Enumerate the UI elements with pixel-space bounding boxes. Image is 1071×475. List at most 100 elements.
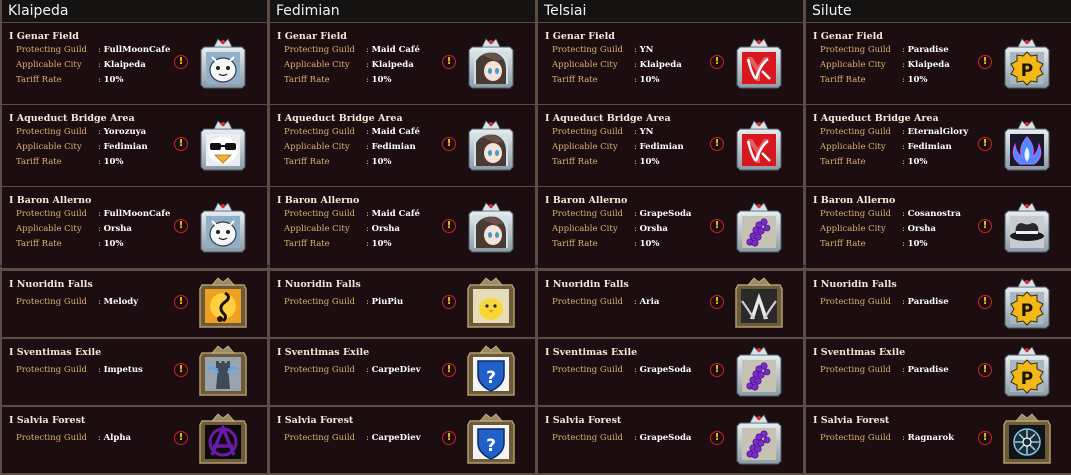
outpost-card[interactable]: I Nuoridin Falls Protecting Guild: Aria!: [538, 271, 803, 337]
warning-icon[interactable]: !: [442, 295, 456, 309]
warning-icon[interactable]: !: [710, 431, 724, 445]
territory-card[interactable]: I Baron Allerno Protecting Guild: FullMoo…: [2, 187, 267, 268]
protecting-guild-value: FullMoonCafe: [103, 45, 171, 55]
warning-icon[interactable]: !: [710, 219, 724, 233]
region-column-telsiai: Telsiai I Genar Field Protecting Guild: YN…: [538, 0, 803, 475]
protecting-guild-value: Cosanostra: [907, 209, 961, 219]
outpost-name: I Sventimas Exile: [813, 347, 906, 358]
protecting-guild-label: Protecting Guild: [552, 127, 624, 137]
territory-card[interactable]: I Baron Allerno Protecting Guild: Maid Ca…: [270, 187, 535, 268]
outpost-card[interactable]: I Salvia Forest Protecting Guild: Alpha!: [2, 407, 267, 473]
anarchy-emblem: [198, 411, 248, 467]
applicable-city-label: Applicable City: [820, 142, 886, 152]
svg-text:?: ?: [486, 368, 496, 388]
territory-card[interactable]: I Aqueduct Bridge Area Protecting Guild: …: [2, 105, 267, 186]
warning-icon[interactable]: !: [978, 137, 992, 151]
applicable-city: Applicable City: Fedimian: [552, 142, 684, 152]
warning-icon[interactable]: !: [442, 137, 456, 151]
warning-icon[interactable]: !: [174, 431, 188, 445]
protecting-guild-label: Protecting Guild: [284, 45, 356, 55]
protecting-guild-value: Maid Café: [371, 209, 420, 219]
territory-card[interactable]: I Genar Field Protecting Guild: YN Applica…: [538, 23, 803, 104]
outpost-name: I Salvia Forest: [813, 415, 890, 426]
protecting-guild: Protecting Guild: Paradise: [820, 297, 949, 307]
outpost-name: I Sventimas Exile: [9, 347, 102, 358]
warning-icon[interactable]: !: [978, 363, 992, 377]
protecting-guild-value: Aria: [639, 297, 660, 307]
protecting-guild: Protecting Guild: Alpha: [16, 433, 131, 443]
warning-icon[interactable]: !: [174, 363, 188, 377]
territory-name: I Aqueduct Bridge Area: [9, 113, 135, 124]
protecting-guild: Protecting Guild: FullMoonCafe: [16, 209, 170, 219]
warning-icon[interactable]: !: [442, 219, 456, 233]
applicable-city-label: Applicable City: [16, 142, 82, 152]
protecting-guild-label: Protecting Guild: [820, 45, 892, 55]
protecting-guild-value: Yorozuya: [103, 127, 147, 137]
territory-name: I Baron Allerno: [813, 195, 896, 206]
yn-logo-emblem: [734, 35, 784, 91]
music-note-emblem: [198, 275, 248, 331]
protecting-guild-value: Paradise: [907, 45, 949, 55]
warning-icon[interactable]: !: [710, 55, 724, 69]
territory-card[interactable]: I Aqueduct Bridge Area Protecting Guild: …: [270, 105, 535, 186]
outpost-card[interactable]: I Salvia Forest Protecting Guild: GrapeSo…: [538, 407, 803, 473]
territory-card[interactable]: I Baron Allerno Protecting Guild: Cosanos…: [806, 187, 1071, 268]
protecting-guild-value: CarpeDiev: [371, 365, 421, 375]
applicable-city: Applicable City: Klaipeda: [820, 60, 950, 70]
applicable-city-label: Applicable City: [284, 60, 350, 70]
protecting-guild: Protecting Guild: Ragnarok: [820, 433, 954, 443]
applicable-city: Applicable City: Fedimian: [284, 142, 416, 152]
protecting-guild-label: Protecting Guild: [16, 127, 88, 137]
outpost-card[interactable]: I Nuoridin Falls Protecting Guild: Paradi…: [806, 271, 1071, 337]
outpost-name: I Nuoridin Falls: [9, 279, 93, 290]
warning-icon[interactable]: !: [174, 295, 188, 309]
fedora-hat-emblem: [1002, 199, 1052, 255]
applicable-city: Applicable City: Orsha: [284, 224, 400, 234]
outpost-card[interactable]: I Nuoridin Falls Protecting Guild: Melody…: [2, 271, 267, 337]
outpost-card[interactable]: I Sventimas Exile Protecting Guild: Impet…: [2, 339, 267, 405]
warning-icon[interactable]: !: [174, 55, 188, 69]
warning-icon[interactable]: !: [442, 431, 456, 445]
p-badge-emblem: P: [1002, 35, 1052, 91]
territory-card[interactable]: I Genar Field Protecting Guild: Paradise A…: [806, 23, 1071, 104]
protecting-guild: Protecting Guild: Maid Café: [284, 127, 420, 137]
protecting-guild-value: Paradise: [907, 297, 949, 307]
territory-card[interactable]: I Aqueduct Bridge Area Protecting Guild: …: [806, 105, 1071, 186]
outpost-card[interactable]: I Salvia Forest Protecting Guild: Ragnaro…: [806, 407, 1071, 473]
territory-card[interactable]: I Aqueduct Bridge Area Protecting Guild: …: [538, 105, 803, 186]
warning-icon[interactable]: !: [174, 137, 188, 151]
warning-icon[interactable]: !: [978, 295, 992, 309]
outpost-card[interactable]: I Nuoridin Falls Protecting Guild: PiuPiu…: [270, 271, 535, 337]
outpost-card[interactable]: I Sventimas Exile Protecting Guild: Grape…: [538, 339, 803, 405]
outpost-name: I Salvia Forest: [277, 415, 354, 426]
warning-icon[interactable]: !: [978, 55, 992, 69]
tariff-rate-value: 10%: [907, 157, 928, 167]
warning-icon[interactable]: !: [710, 363, 724, 377]
warning-icon[interactable]: !: [710, 137, 724, 151]
outpost-card[interactable]: I Salvia Forest Protecting Guild: CarpeDi…: [270, 407, 535, 473]
outpost-name: I Nuoridin Falls: [813, 279, 897, 290]
protecting-guild-label: Protecting Guild: [284, 433, 356, 443]
territory-name: I Aqueduct Bridge Area: [277, 113, 403, 124]
warning-icon[interactable]: !: [978, 219, 992, 233]
territory-card[interactable]: I Baron Allerno Protecting Guild: GrapeSo…: [538, 187, 803, 268]
territory-name: I Baron Allerno: [277, 195, 360, 206]
warning-icon[interactable]: !: [174, 219, 188, 233]
tariff-rate: Tariff Rate: 10%: [552, 75, 659, 85]
territory-card[interactable]: I Genar Field Protecting Guild: FullMoonC…: [2, 23, 267, 104]
tariff-rate-value: 10%: [639, 239, 660, 249]
outpost-card[interactable]: I Sventimas Exile Protecting Guild: Carpe…: [270, 339, 535, 405]
warning-icon[interactable]: !: [442, 55, 456, 69]
warning-icon[interactable]: !: [978, 431, 992, 445]
tariff-rate-value: 10%: [103, 75, 124, 85]
anime-girl-emblem: [466, 35, 516, 91]
protecting-guild-value: FullMoonCafe: [103, 209, 171, 219]
outpost-card[interactable]: I Sventimas Exile Protecting Guild: Parad…: [806, 339, 1071, 405]
territory-card[interactable]: I Genar Field Protecting Guild: Maid Café…: [270, 23, 535, 104]
protecting-guild-label: Protecting Guild: [552, 45, 624, 55]
tariff-rate-label: Tariff Rate: [820, 75, 866, 85]
applicable-city: Applicable City: Orsha: [820, 224, 936, 234]
warning-icon[interactable]: !: [442, 363, 456, 377]
warning-icon[interactable]: !: [710, 295, 724, 309]
applicable-city: Applicable City: Orsha: [16, 224, 132, 234]
